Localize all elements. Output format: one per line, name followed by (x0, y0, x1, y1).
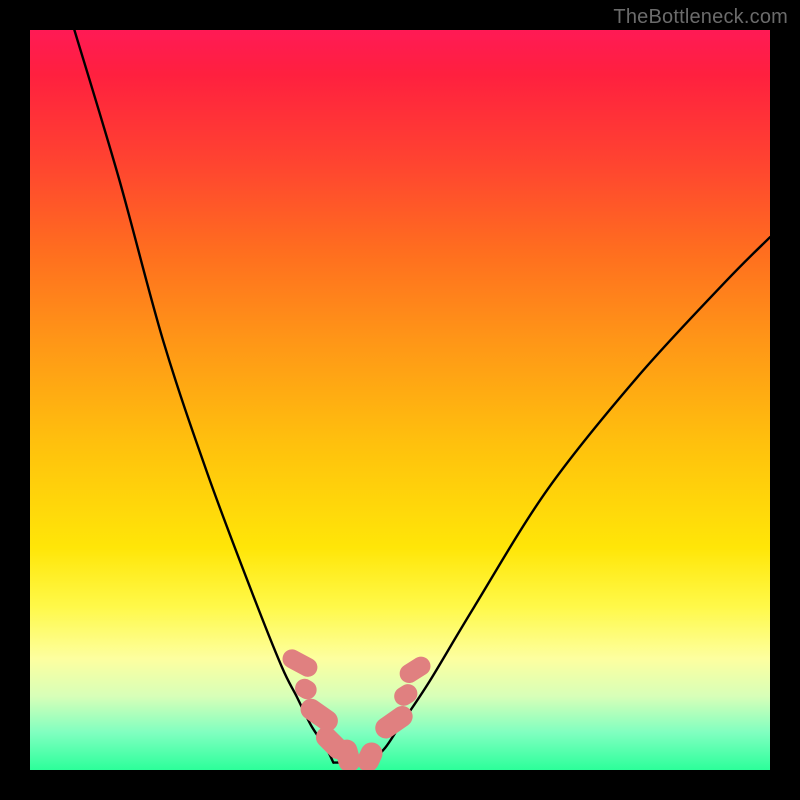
salmon-marker (371, 702, 416, 742)
plot-area (30, 30, 770, 770)
salmon-marker (396, 653, 434, 687)
salmon-marker (354, 739, 387, 770)
salmon-marker (391, 680, 421, 709)
watermark-text: TheBottleneck.com (613, 6, 788, 29)
salmon-marker (279, 646, 321, 680)
marker-layer (30, 30, 770, 770)
